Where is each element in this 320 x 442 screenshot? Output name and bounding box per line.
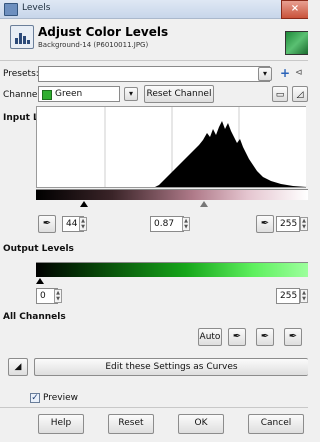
input-gamma-handle[interactable] (200, 201, 208, 207)
reset-button[interactable]: Reset (108, 414, 154, 434)
channel-combo[interactable]: Green (38, 86, 120, 102)
output-high-spinner[interactable]: ▲ ▼ (300, 289, 308, 303)
help-button[interactable]: Help (38, 414, 84, 434)
footer-separator (0, 407, 308, 408)
pick-white-point-icon[interactable]: ✒ (256, 215, 274, 233)
output-levels-heading: Output Levels (3, 244, 74, 254)
input-low-handle[interactable] (80, 201, 88, 207)
window-title: Levels (22, 3, 51, 13)
dialog-subtitle: Background-14 (P6010011.JPG) (38, 41, 149, 49)
auto-button[interactable]: Auto (198, 328, 222, 346)
pick-gray-all-icon[interactable]: ✒ (256, 328, 274, 346)
preview-label: Preview (43, 393, 79, 403)
dialog-header: Adjust Color Levels Background-14 (P6010… (0, 19, 308, 59)
ok-button[interactable]: OK (178, 414, 224, 434)
linear-histogram-icon[interactable]: ▭ (272, 86, 288, 102)
input-low-spinner[interactable]: ▲ ▼ (79, 217, 87, 231)
input-levels-gradient (36, 189, 308, 200)
reset-channel-button[interactable]: Reset Channel (144, 85, 214, 103)
presets-dropdown-arrow[interactable]: ▾ (258, 67, 272, 81)
preview-checkbox[interactable]: ✓ (30, 393, 40, 403)
close-button[interactable]: × (281, 0, 308, 19)
add-preset-icon[interactable]: + (280, 66, 290, 80)
edit-as-curves-button[interactable]: Edit these Settings as Curves (34, 358, 308, 376)
window-titlebar: Levels × (0, 0, 308, 19)
channel-value: Green (55, 89, 83, 99)
header-separator (0, 60, 308, 61)
channel-dropdown-arrow[interactable]: ▾ (124, 87, 138, 101)
levels-icon (10, 25, 34, 49)
pick-black-all-icon[interactable]: ✒ (228, 328, 246, 346)
all-channels-heading: All Channels (3, 312, 66, 322)
input-gamma-field[interactable]: 0.87 (150, 216, 184, 232)
pick-black-point-icon[interactable]: ✒ (38, 215, 56, 233)
image-thumbnail (285, 31, 308, 55)
presets-label: Presets: (3, 69, 39, 79)
dialog-title: Adjust Color Levels (38, 25, 169, 39)
presets-combo[interactable] (38, 66, 270, 82)
channel-label: Channel: (3, 90, 43, 100)
histogram-graph (104, 107, 307, 187)
output-low-spinner[interactable]: ▲ ▼ (54, 289, 62, 303)
green-swatch-icon (42, 90, 52, 100)
input-gamma-spinner[interactable]: ▲ ▼ (182, 217, 190, 231)
log-histogram-icon[interactable]: ◿ (292, 86, 308, 102)
histogram (36, 106, 307, 188)
pick-white-all-icon[interactable]: ✒ (284, 328, 302, 346)
input-high-field[interactable]: 255 (276, 216, 300, 232)
preset-menu-icon[interactable]: ⊲ (295, 68, 303, 78)
input-high-spinner[interactable]: ▲ ▼ (300, 217, 308, 231)
output-high-field[interactable]: 255 (276, 288, 300, 304)
gimp-app-icon (4, 3, 18, 16)
curves-icon[interactable]: ◢ (8, 358, 28, 376)
output-levels-gradient (36, 262, 308, 277)
cancel-button[interactable]: Cancel (248, 414, 304, 434)
output-low-handle[interactable] (36, 278, 44, 284)
